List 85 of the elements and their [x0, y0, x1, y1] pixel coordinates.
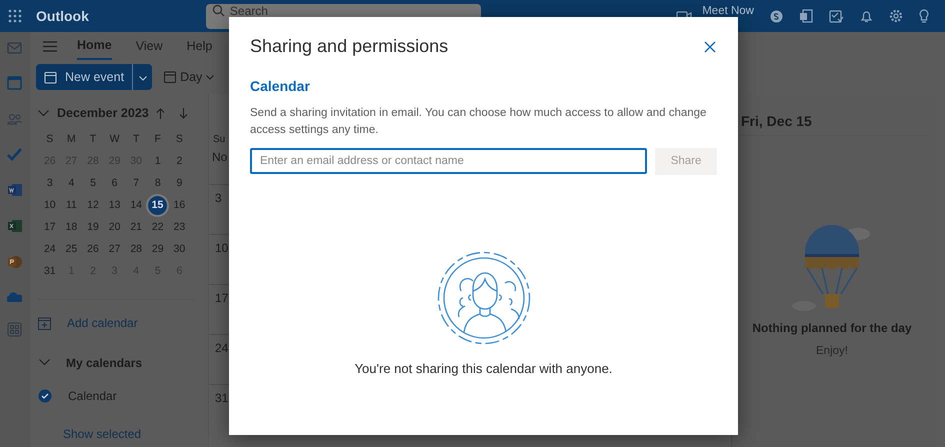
calendar-day[interactable]: 24 — [39, 240, 61, 259]
app-name: Outlook — [36, 6, 89, 26]
calendar-day[interactable]: 12 — [82, 196, 104, 215]
checklist-icon[interactable] — [829, 9, 844, 23]
calendar-day[interactable]: 16 — [168, 196, 190, 215]
week-date: 31 — [215, 391, 228, 405]
calendar-day[interactable]: 22 — [146, 218, 169, 237]
weekday-label: M — [66, 132, 77, 147]
meet-now-button[interactable]: Meet Now — [702, 4, 754, 18]
calendar-day[interactable]: 30 — [168, 240, 190, 259]
calendar-day[interactable]: 5 — [82, 174, 104, 193]
word-icon[interactable] — [7, 182, 22, 197]
calendar-day[interactable]: 19 — [82, 218, 104, 237]
arrow-down-icon[interactable] — [179, 108, 188, 118]
section-title: My calendars — [66, 355, 142, 372]
bell-icon[interactable] — [860, 9, 873, 23]
excel-icon[interactable] — [7, 218, 22, 233]
checkbox-icon[interactable] — [38, 389, 52, 403]
settings-icon[interactable] — [889, 9, 903, 23]
calendar-day[interactable]: 21 — [125, 218, 147, 237]
view-picker[interactable]: Day — [160, 64, 218, 90]
calendar-day[interactable]: 17 — [39, 218, 61, 237]
section-heading: Calendar — [250, 77, 311, 96]
close-button[interactable] — [703, 40, 717, 54]
ribbon-tab[interactable]: Home — [77, 32, 112, 60]
chevron-down-icon[interactable] — [38, 110, 49, 116]
calendar-day[interactable]: 3 — [39, 174, 61, 193]
calendar-day[interactable]: 25 — [60, 240, 82, 259]
app-launcher-icon[interactable] — [8, 9, 22, 23]
calendar-day[interactable]: 27 — [104, 240, 126, 259]
weekday-label: W — [108, 132, 121, 147]
calendar-day[interactable]: 15 — [148, 196, 167, 215]
weekday-label: F — [154, 132, 162, 147]
month-label: No — [211, 149, 228, 166]
description-text: Send a sharing invitation in email. You can choose how much access to allow and change access settings any time. — [250, 106, 708, 138]
chevron-down-icon — [206, 74, 214, 80]
calendar-day[interactable]: 13 — [104, 196, 126, 215]
calendar-day[interactable]: 9 — [168, 174, 190, 193]
weekday-label: S — [174, 132, 184, 147]
empty-message: You're not sharing this calendar with anyone. — [354, 360, 614, 378]
calendar-day[interactable]: 4 — [60, 174, 82, 193]
calendar-day[interactable]: 14 — [125, 196, 147, 215]
ribbon-tab[interactable]: View — [136, 32, 163, 60]
calendar-day[interactable]: 7 — [125, 174, 147, 193]
new-event-button[interactable]: New event — [36, 64, 132, 90]
weekday-label: T — [132, 132, 140, 147]
calendar-day[interactable]: 10 — [39, 196, 61, 215]
empty-title: Nothing planned for the day — [751, 320, 913, 337]
dialog-title: Sharing and permissions — [250, 35, 448, 58]
calendar-day-icon — [164, 71, 176, 83]
powerpoint-icon[interactable] — [7, 254, 22, 269]
calendar-day[interactable]: 18 — [60, 218, 82, 237]
chevron-down-icon — [138, 76, 147, 81]
lightbulb-icon[interactable] — [919, 9, 929, 23]
calendar-day[interactable]: 8 — [146, 174, 169, 193]
dropdown-button[interactable] — [132, 64, 152, 90]
calendar-icon — [44, 70, 57, 84]
weekday-label: T — [88, 132, 98, 147]
chat-icon[interactable] — [770, 10, 783, 22]
calendar-day[interactable]: 29 — [146, 240, 169, 259]
show-selected-link[interactable]: Show selected — [63, 425, 142, 443]
weekday-label: S — [45, 132, 54, 147]
week-date: 10 — [215, 241, 228, 255]
calendar-day[interactable]: 2 — [168, 152, 190, 171]
month-title: December 2023 — [57, 104, 149, 122]
calendar-day[interactable]: 20 — [104, 218, 126, 237]
calendar-name[interactable]: Calendar — [68, 387, 117, 405]
column-header: Su — [212, 133, 226, 146]
ribbon-tab[interactable]: Help — [186, 32, 212, 60]
calendar-day[interactable]: 28 — [125, 240, 147, 259]
checkmark-icon[interactable] — [7, 147, 22, 162]
calendar-day[interactable]: 26 — [82, 240, 104, 259]
menu-icon[interactable] — [43, 40, 57, 52]
calendar-day[interactable]: 31 — [39, 262, 61, 281]
office-icon[interactable] — [799, 9, 813, 23]
calendar-day[interactable]: 23 — [168, 218, 190, 237]
arrow-up-icon[interactable] — [156, 108, 165, 118]
week-date: 17 — [215, 291, 228, 305]
week-date: 3 — [215, 191, 222, 205]
calendar-day[interactable]: 6 — [104, 174, 126, 193]
email-field[interactable]: Enter an email address or contact name — [250, 148, 648, 174]
calendar-day[interactable]: 1 — [146, 152, 169, 171]
week-date: 24 — [215, 341, 228, 355]
calendar-day[interactable]: 11 — [60, 196, 82, 215]
add-calendar-link[interactable]: Add calendar — [67, 314, 138, 332]
